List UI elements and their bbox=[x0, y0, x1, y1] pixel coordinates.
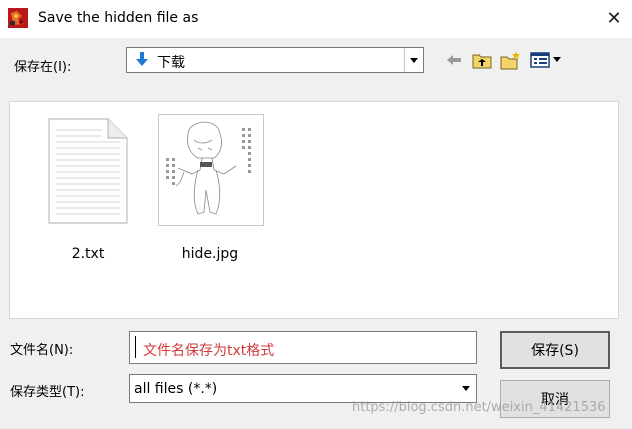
image-thumbnail bbox=[158, 114, 264, 226]
file-name: 2.txt bbox=[71, 246, 105, 262]
text-file-icon bbox=[48, 118, 128, 224]
text-caret bbox=[135, 336, 136, 358]
file-item-jpg[interactable]: hide.jpg bbox=[155, 114, 265, 264]
location-combobox[interactable]: 下载 bbox=[126, 47, 424, 73]
filetype-dropdown-arrow[interactable] bbox=[456, 375, 476, 402]
new-folder-icon bbox=[500, 51, 520, 70]
new-folder-button[interactable] bbox=[500, 49, 522, 71]
location-dropdown-arrow[interactable] bbox=[404, 48, 423, 72]
back-arrow-icon bbox=[447, 55, 461, 65]
close-button[interactable]: ✕ bbox=[602, 6, 626, 30]
save-in-label: 保存在(I): bbox=[14, 60, 72, 75]
close-icon[interactable]: ✕ bbox=[606, 8, 621, 29]
filename-label: 文件名(N): bbox=[10, 343, 74, 358]
view-menu-button[interactable] bbox=[529, 49, 565, 71]
view-menu-icon bbox=[530, 52, 561, 68]
filetype-select[interactable]: all files (*.*) bbox=[129, 374, 477, 403]
chevron-down-icon bbox=[410, 57, 418, 63]
app-icon bbox=[8, 8, 28, 28]
back-button[interactable] bbox=[443, 49, 465, 71]
filetype-value: all files (*.*) bbox=[134, 381, 218, 397]
filename-value[interactable]: 文件名保存为txt格式 bbox=[143, 340, 274, 360]
location-value: 下载 bbox=[157, 55, 185, 71]
up-folder-button[interactable] bbox=[471, 49, 493, 71]
save-button[interactable]: 保存(S) bbox=[500, 331, 610, 369]
filename-input[interactable]: 文件名保存为txt格式 bbox=[129, 331, 477, 364]
window-title: Save the hidden file as bbox=[38, 10, 199, 26]
watermark: https://blog.csdn.net/weixin_41421536 bbox=[352, 400, 606, 415]
up-folder-icon bbox=[472, 54, 492, 69]
chevron-down-icon bbox=[462, 386, 470, 391]
file-name: hide.jpg bbox=[181, 246, 239, 262]
file-list[interactable]: 2.txt hide.jpg bbox=[9, 101, 619, 319]
download-folder-icon bbox=[133, 51, 151, 69]
filetype-label: 保存类型(T): bbox=[10, 385, 85, 400]
file-item-txt[interactable]: 2.txt bbox=[33, 114, 143, 264]
